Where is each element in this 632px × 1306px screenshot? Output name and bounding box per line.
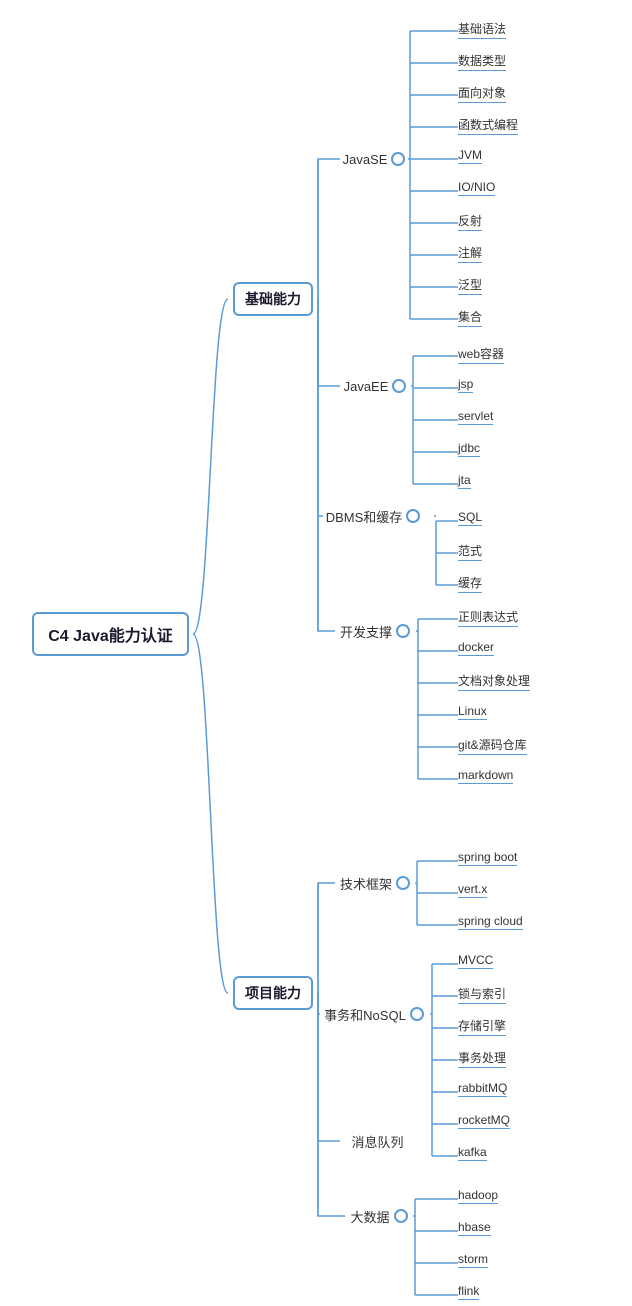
leaf-jta: jta: [458, 473, 471, 489]
group-jichunengli: 基础能力: [228, 282, 318, 316]
leaf-linux: Linux: [458, 704, 487, 720]
branch-javase: JavaSE: [340, 148, 408, 170]
branch-dbms-label: DBMS和缓存: [326, 507, 403, 526]
leaf-wendang: 文档对象处理: [458, 672, 530, 691]
leaf-jichuyu: 基础语法: [458, 20, 506, 39]
leaf-storm: storm: [458, 1252, 488, 1268]
branch-javaee: JavaEE: [340, 375, 410, 397]
branch-techframe-icon: [396, 876, 410, 890]
branch-javase-icon: [391, 152, 405, 166]
branch-msgqueue-label: 消息队列: [351, 1132, 403, 1151]
branch-nosql-label: 事务和NoSQL: [324, 1005, 406, 1024]
leaf-fanshi: 范式: [458, 542, 482, 561]
leaf-rabbitmq: rabbitMQ: [458, 1081, 507, 1097]
leaf-hbase: hbase: [458, 1220, 491, 1236]
leaf-hadoop: hadoop: [458, 1188, 498, 1204]
leaf-docker: docker: [458, 640, 494, 656]
branch-devsupp: 开发支撑: [335, 620, 415, 642]
branch-javase-label: JavaSE: [343, 152, 388, 167]
leaf-zhengze: 正则表达式: [458, 608, 518, 627]
branch-javaee-label: JavaEE: [344, 379, 389, 394]
leaf-fanshе: 反射: [458, 212, 482, 231]
branch-dbms: DBMS和缓存: [323, 505, 423, 527]
group-xiangmu-label: 项目能力: [233, 976, 313, 1010]
leaf-shiwu: 事务处理: [458, 1049, 506, 1068]
group-xiangmu: 项目能力: [228, 976, 318, 1010]
leaf-suoyin: 锁与索引: [458, 985, 506, 1004]
leaf-git: git&源码仓库: [458, 736, 527, 755]
root-label: C4 Java能力认证: [32, 612, 189, 656]
branch-nosql: 事务和NoSQL: [320, 1003, 428, 1025]
leaf-ionio: IO/NIO: [458, 180, 495, 196]
branch-dbms-icon: [406, 509, 420, 523]
leaf-jsp: jsp: [458, 377, 473, 393]
leaf-hanshu: 函数式编程: [458, 116, 518, 135]
leaf-markdown: markdown: [458, 768, 513, 784]
leaf-webq: web容器: [458, 345, 504, 364]
leaf-shujuleixing: 数据类型: [458, 52, 506, 71]
leaf-huancun: 缓存: [458, 574, 482, 593]
leaf-vertx: vert.x: [458, 882, 487, 898]
branch-bigdata-icon: [394, 1209, 408, 1223]
branch-msgqueue: 消息队列: [340, 1130, 415, 1152]
branch-javaee-icon: [392, 379, 406, 393]
leaf-springcloud: spring cloud: [458, 914, 523, 930]
leaf-servlet: servlet: [458, 409, 493, 425]
group-jichunengli-label: 基础能力: [233, 282, 313, 316]
leaf-springboot: spring boot: [458, 850, 517, 866]
root-node: C4 Java能力认证: [28, 608, 193, 660]
leaf-kafka: kafka: [458, 1145, 487, 1161]
leaf-mianyangduixiang: 面向对象: [458, 84, 506, 103]
branch-bigdata-label: 大数据: [350, 1207, 389, 1226]
leaf-rocketmq: rocketMQ: [458, 1113, 510, 1129]
leaf-mvcc: MVCC: [458, 953, 493, 969]
branch-techframe: 技术框架: [335, 872, 415, 894]
leaf-cunchu: 存储引擎: [458, 1017, 506, 1036]
leaf-flink: flink: [458, 1284, 479, 1300]
leaf-jihe: 集合: [458, 308, 482, 327]
leaf-jvm: JVM: [458, 148, 482, 164]
leaf-jdbc: jdbc: [458, 441, 480, 457]
branch-techframe-label: 技术框架: [340, 874, 392, 893]
leaf-zhujie: 注解: [458, 244, 482, 263]
branch-devsupp-label: 开发支撑: [340, 622, 392, 641]
leaf-fanxing: 泛型: [458, 276, 482, 295]
mind-map: C4 Java能力认证 基础能力 JavaSE 基础语法 数据类型 面向对象 函…: [0, 0, 632, 1306]
branch-bigdata: 大数据: [345, 1205, 413, 1227]
leaf-sql: SQL: [458, 510, 482, 526]
branch-devsupp-icon: [396, 624, 410, 638]
branch-nosql-icon: [410, 1007, 424, 1021]
